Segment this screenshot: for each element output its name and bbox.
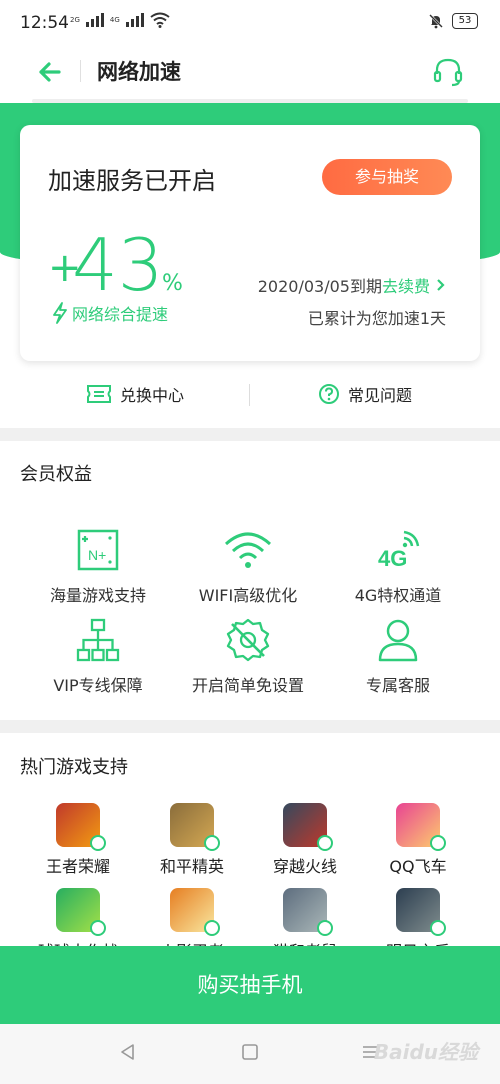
status-signal-group: 2G 4G <box>70 12 170 28</box>
game-icon <box>56 803 106 851</box>
benefit-label: WIFI高级优化 <box>198 586 298 605</box>
accelerate-badge-icon <box>317 835 333 851</box>
nav-home-icon[interactable] <box>240 1042 260 1062</box>
benefit-customer-service: 专属客服 <box>318 616 478 696</box>
network-type-4g: 4G <box>109 15 120 24</box>
network-type-2g: 2G <box>70 15 80 24</box>
speed-label-group: 网络综合提速 <box>52 301 168 325</box>
no-settings-icon <box>226 618 270 662</box>
watermark: Baidu经验 <box>373 1040 478 1064</box>
renew-link[interactable]: 去续费 <box>382 273 430 297</box>
exchange-center-link[interactable]: 兑换中心 <box>86 382 184 406</box>
nav-divider <box>80 60 81 82</box>
benefits-title: 会员权益 <box>20 464 92 485</box>
network-tree-icon <box>76 618 120 662</box>
mute-icon <box>429 14 443 29</box>
game-item[interactable]: 穿越火线 <box>250 803 360 877</box>
quick-links-divider <box>249 384 250 406</box>
benefit-no-settings: 开启简单免设置 <box>168 616 328 696</box>
benefit-label: 海量游戏支持 <box>49 586 146 605</box>
game-icon <box>170 888 220 936</box>
expire-info: 2020/03/05到期 去续费 <box>258 273 446 297</box>
game-icon <box>283 803 333 851</box>
benefit-vip-line: VIP专线保障 <box>18 616 178 696</box>
buy-button[interactable]: 购买抽手机 <box>0 946 500 1024</box>
chevron-right-icon[interactable] <box>436 278 446 292</box>
game-icon <box>396 888 446 936</box>
game-item[interactable]: QQ飞车 <box>363 803 473 877</box>
game-library-icon: N+ <box>77 529 119 571</box>
wifi-icon <box>224 532 272 568</box>
benefit-label: VIP专线保障 <box>53 676 143 695</box>
game-item[interactable]: 和平精英 <box>137 803 247 877</box>
game-item[interactable]: 王者荣耀 <box>23 803 133 877</box>
exchange-center-label: 兑换中心 <box>120 386 185 405</box>
quick-links: 兑换中心 常见问题 <box>0 372 500 418</box>
benefit-label: 4G特权通道 <box>354 586 442 605</box>
4g-signal-icon: 4G <box>378 530 420 571</box>
nav-back-icon[interactable] <box>118 1042 138 1062</box>
hot-games-title: 热门游戏支持 <box>20 757 128 778</box>
lottery-button[interactable]: 参与抽奖 <box>322 159 452 195</box>
benefit-4g: 4G 4G特权通道 <box>318 526 478 606</box>
benefit-game-library: N+ 海量游戏支持 <box>18 526 178 606</box>
signal-icon <box>85 13 104 27</box>
accelerate-badge-icon <box>430 920 446 936</box>
back-arrow-icon <box>39 62 61 82</box>
game-library-icon-text: N+ <box>88 547 106 563</box>
accelerate-badge-icon <box>90 920 106 936</box>
benefit-label: 开启简单免设置 <box>191 676 304 695</box>
section-divider <box>0 428 500 441</box>
person-icon <box>378 619 418 662</box>
status-right-group: 53 <box>428 13 478 29</box>
customer-service-button[interactable] <box>428 52 468 92</box>
acceleration-card: 加速服务已开启 参与抽奖 + 43 % 网络综合提速 2020/03/05到期 … <box>20 125 480 361</box>
speed-value: 43 <box>72 223 164 307</box>
expire-date: 2020/03/05到期 <box>257 277 382 296</box>
section-divider <box>0 720 500 733</box>
accumulated-days: 已累计为您加速1天 <box>307 309 446 328</box>
lightning-icon <box>53 302 67 324</box>
accelerate-badge-icon <box>204 920 220 936</box>
back-button[interactable] <box>32 54 68 90</box>
status-time: 12:54 <box>20 13 69 33</box>
battery-icon: 53 <box>452 13 478 29</box>
question-icon <box>319 384 339 404</box>
game-icon <box>396 803 446 851</box>
faq-label: 常见问题 <box>348 386 413 405</box>
game-icon <box>56 888 106 936</box>
accelerate-badge-icon <box>430 835 446 851</box>
system-nav-bar: Baidu经验 <box>0 1024 500 1084</box>
game-label: 王者荣耀 <box>45 857 110 876</box>
ticket-icon <box>87 385 111 403</box>
game-label: 和平精英 <box>159 857 224 876</box>
nav-bar: 网络加速 <box>0 44 500 100</box>
signal-icon <box>125 13 144 27</box>
speed-label: 网络综合提速 <box>72 305 169 324</box>
benefit-wifi: WIFI高级优化 <box>168 526 328 606</box>
accelerate-badge-icon <box>317 920 333 936</box>
status-bar: 12:54 2G 4G 53 <box>0 0 500 44</box>
4g-icon-text: 4G <box>378 546 407 571</box>
game-label: QQ飞车 <box>389 857 447 876</box>
page-title: 网络加速 <box>97 60 181 84</box>
game-icon <box>170 803 220 851</box>
accelerate-badge-icon <box>204 835 220 851</box>
headset-icon <box>433 58 463 87</box>
accelerate-badge-icon <box>90 835 106 851</box>
benefit-label: 专属客服 <box>365 676 430 695</box>
faq-link[interactable]: 常见问题 <box>318 382 412 406</box>
game-icon <box>283 888 333 936</box>
wifi-status-icon <box>150 12 170 28</box>
game-label: 穿越火线 <box>272 857 337 876</box>
service-status-title: 加速服务已开启 <box>48 167 216 195</box>
speed-percent-sign: % <box>162 271 183 296</box>
